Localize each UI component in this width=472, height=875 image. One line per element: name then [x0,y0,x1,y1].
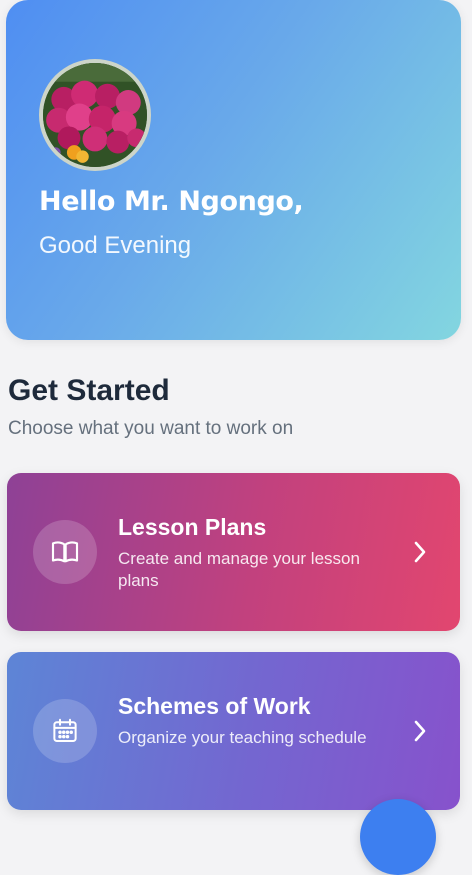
floating-action-button[interactable] [360,799,436,875]
greeting-name: Hello Mr. Ngongo, [39,186,304,217]
schemes-of-work-title: Schemes of Work [118,693,311,719]
section-title: Get Started [8,374,170,407]
avatar[interactable] [39,59,151,171]
lesson-plans-card[interactable]: Lesson Plans Create and manage your less… [7,473,460,631]
welcome-header-card: Hello Mr. Ngongo, Good Evening [6,0,461,340]
chevron-right-icon [410,537,430,567]
avatar-photo-flowers [43,63,147,167]
schemes-of-work-description: Organize your teaching schedule [118,728,367,747]
greeting-time: Good Evening [39,232,192,259]
section-subtitle: Choose what you want to work on [8,418,294,439]
chevron-right-icon [410,716,430,746]
calendar-icon [33,699,97,763]
book-icon [33,520,97,584]
lesson-plans-description: Create and manage your lesson plans [118,549,360,590]
lesson-plans-title: Lesson Plans [118,514,267,540]
schemes-of-work-card[interactable]: Schemes of Work Organize your teaching s… [7,652,460,810]
